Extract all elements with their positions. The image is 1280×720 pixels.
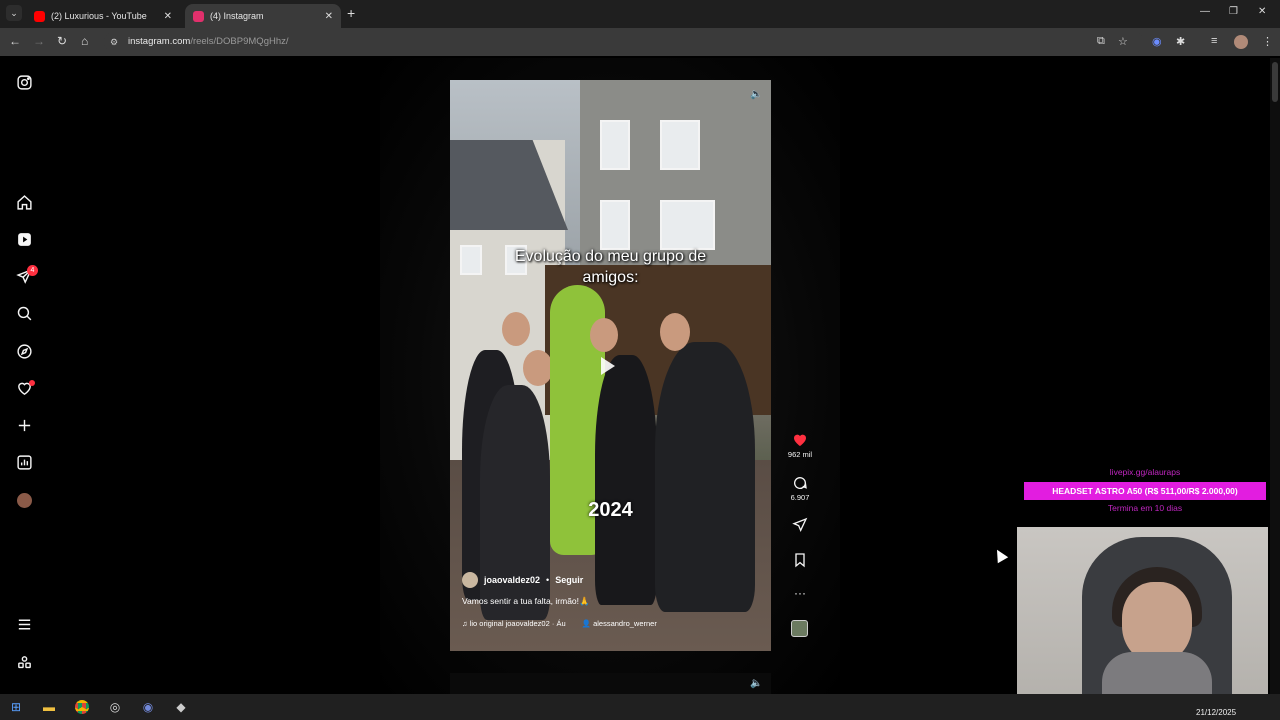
person-icon: 👤	[581, 619, 594, 628]
share-icon	[792, 517, 808, 532]
start-icon[interactable]: ⊞	[8, 699, 24, 715]
music-note-icon: ♫	[462, 619, 470, 628]
share-button[interactable]	[780, 517, 820, 535]
reel-year-text: 2024	[588, 499, 633, 521]
home-button[interactable]: ⌂	[81, 34, 88, 48]
scrollbar-thumb[interactable]	[1272, 62, 1278, 102]
webcam-overlay	[1017, 527, 1268, 708]
instagram-logo-icon[interactable]	[14, 72, 34, 92]
reel-caption[interactable]: Vamos sentir a tua falta, irmão!🙏	[462, 596, 752, 607]
heart-filled-icon	[794, 434, 806, 446]
likes-count: 962 mil	[787, 450, 813, 459]
speaker-muted-icon[interactable]: 🔈	[750, 678, 762, 689]
new-tab-button[interactable]: +	[347, 5, 355, 21]
separator-dot: •	[546, 575, 550, 585]
back-button[interactable]: ←	[9, 34, 21, 48]
url-host: instagram.com	[128, 36, 191, 47]
window	[660, 200, 715, 250]
ellipsis-icon: ···	[794, 586, 806, 600]
search-icon[interactable]	[14, 303, 34, 323]
explore-icon[interactable]	[14, 341, 34, 361]
close-window-button[interactable]: ✕	[1258, 6, 1266, 17]
donation-goal-bar: HEADSET ASTRO A50 (R$ 511,00/R$ 2.000,00…	[1024, 482, 1266, 500]
streamer-face	[1122, 582, 1192, 662]
follow-button[interactable]: Seguir	[555, 575, 583, 585]
speaker-muted-icon[interactable]: 🔈	[750, 89, 762, 100]
reels-icon[interactable]	[14, 229, 34, 249]
menu-icon[interactable]: ⋮	[1262, 35, 1273, 48]
reel-meta: joaovaldez02 • Seguir Vamos sentir a tua…	[462, 572, 752, 628]
audio-thumbnail[interactable]	[791, 620, 808, 637]
more-options-button[interactable]: ···	[780, 586, 820, 600]
audio-link[interactable]: ♫ lio original joaovaldez02 · Áu	[462, 619, 566, 628]
file-explorer-icon[interactable]: ▬	[41, 699, 57, 715]
tab-instagram[interactable]: (4) Instagram ✕	[185, 4, 341, 28]
window	[460, 245, 482, 275]
youtube-icon	[34, 10, 45, 22]
reel-overlay-text: Evolução do meu grupo de amigos:	[514, 248, 707, 286]
instagram-icon	[193, 10, 204, 22]
extension-icon[interactable]: ◉	[1152, 35, 1162, 48]
media-control-icon[interactable]: ≡	[1211, 35, 1217, 47]
reload-button[interactable]: ↻	[57, 34, 67, 48]
tagged-user[interactable]: 👤 alessandro_werner	[582, 619, 657, 628]
more-icon[interactable]	[14, 614, 34, 634]
comment-icon	[794, 477, 807, 489]
extensions-puzzle-icon[interactable]: ✱	[1176, 35, 1185, 48]
tab-youtube[interactable]: (2) Luxurious - YouTube ✕	[26, 4, 180, 28]
tab-title: (2) Luxurious - YouTube	[51, 11, 147, 21]
window	[600, 200, 630, 250]
person-head	[502, 312, 530, 346]
person-head	[660, 313, 690, 351]
home-icon[interactable]	[14, 192, 34, 212]
donation-deadline: Termina em 10 dias	[1107, 503, 1183, 513]
reel-video[interactable]: Evolução do meu grupo de amigos: 2024 🔈 …	[450, 80, 771, 651]
minimize-button[interactable]: —	[1200, 6, 1210, 17]
obs-icon[interactable]: ◎	[107, 699, 123, 715]
forward-button[interactable]: →	[33, 34, 45, 48]
also-from-meta-icon[interactable]	[14, 652, 34, 672]
tab-title: (4) Instagram	[210, 11, 264, 21]
close-icon[interactable]: ✕	[164, 11, 172, 22]
person-head	[523, 350, 553, 386]
close-icon[interactable]: ✕	[325, 11, 333, 22]
create-icon[interactable]	[14, 415, 34, 435]
dashboard-icon[interactable]	[14, 452, 34, 472]
window	[660, 120, 700, 170]
tab-search-button[interactable]: ⌄	[6, 5, 22, 21]
author-username[interactable]: joaovaldez02	[484, 575, 540, 585]
notification-dot	[29, 380, 35, 386]
like-button[interactable]: 962 mil	[780, 432, 820, 459]
comment-button[interactable]: 6.907	[780, 475, 820, 502]
windows-taskbar	[0, 694, 1280, 720]
url-path: /reels/DOBP9MQgHhz/	[190, 36, 289, 47]
scrollbar[interactable]	[1270, 58, 1280, 694]
comments-count: 6.907	[790, 493, 810, 502]
chrome-icon[interactable]	[74, 699, 90, 715]
donation-link: livepix.gg/alauraps	[1109, 467, 1181, 477]
person	[595, 355, 657, 605]
save-button[interactable]	[780, 552, 820, 570]
play-icon[interactable]	[601, 357, 615, 375]
discord-icon[interactable]: ◉	[140, 699, 156, 715]
taskbar-date: 21/12/2025	[1196, 708, 1237, 717]
author-avatar[interactable]	[462, 572, 478, 588]
bookmark-star-icon[interactable]: ☆	[1118, 35, 1128, 48]
app-icon[interactable]: ◆	[173, 699, 189, 715]
window	[600, 120, 630, 170]
install-app-icon[interactable]: ⧉	[1097, 35, 1105, 48]
restore-button[interactable]: ❐	[1229, 6, 1238, 17]
profile-avatar-nav[interactable]	[17, 493, 32, 508]
person-head	[590, 318, 618, 352]
address-bar[interactable]: instagram.com/reels/DOBP9MQgHhz/	[104, 31, 1144, 53]
profile-avatar[interactable]	[1234, 35, 1248, 49]
bookmark-icon	[795, 553, 805, 568]
next-reel-video[interactable]: 🔈	[450, 673, 771, 694]
notification-badge: 4	[27, 265, 38, 276]
site-info-icon[interactable]: ⚙	[110, 37, 118, 48]
